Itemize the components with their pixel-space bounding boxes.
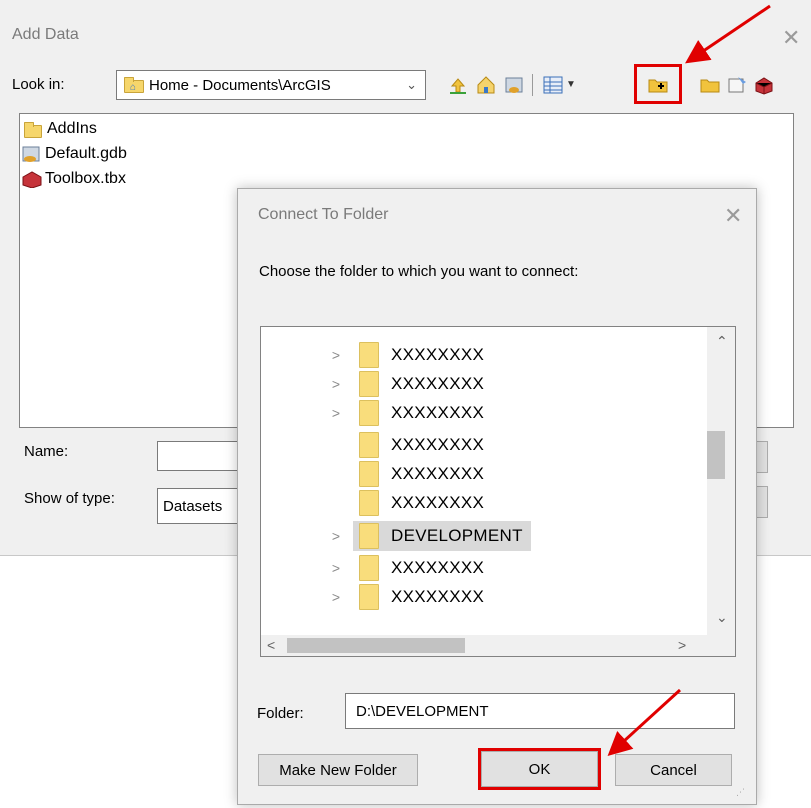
arrow-to-toolbar-button	[685, 4, 771, 64]
annotation-arrows	[607, 4, 771, 757]
arrow-to-ok-button	[607, 688, 682, 757]
